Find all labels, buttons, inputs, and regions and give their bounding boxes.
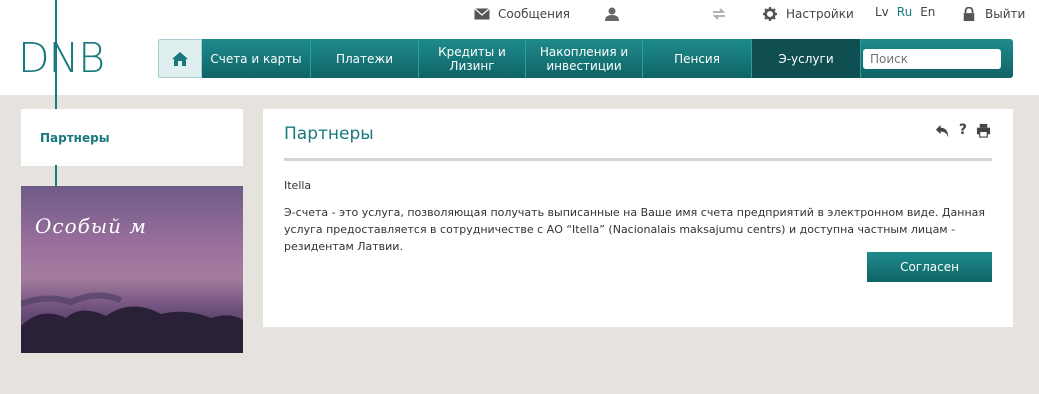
- search-box: [863, 49, 1013, 69]
- envelope-icon: [474, 8, 490, 20]
- logo-line-lower: [55, 165, 57, 187]
- nav-accounts[interactable]: Счета и карты: [202, 39, 311, 78]
- gear-icon: [763, 7, 777, 21]
- user-icon: [605, 7, 619, 21]
- main-nav: Счета и карты Платежи Кредиты и Лизинг Н…: [158, 39, 1013, 78]
- lang-ru[interactable]: Ru: [897, 5, 912, 19]
- page-title: Партнеры: [284, 124, 374, 144]
- logo-text: DNB: [18, 34, 105, 82]
- lang-en[interactable]: En: [920, 5, 935, 19]
- nav-payments[interactable]: Платежи: [311, 39, 419, 78]
- language-switcher: Lv Ru En: [875, 5, 935, 19]
- nav-credits[interactable]: Кредиты и Лизинг: [419, 39, 526, 78]
- nav-home[interactable]: [158, 39, 202, 78]
- help-icon[interactable]: ?: [959, 122, 967, 138]
- nav-savings[interactable]: Накопления и инвестиции: [526, 39, 643, 78]
- transfer-arrows-icon: [712, 8, 726, 20]
- partner-name: Itella: [284, 179, 312, 192]
- messages-link[interactable]: Сообщения: [474, 5, 570, 23]
- promo-banner[interactable]: Особый м: [21, 186, 243, 353]
- content-panel: Партнеры ? Itella Э-счета - это услуга, …: [263, 109, 1013, 327]
- page-tools: ?: [935, 122, 991, 138]
- banner-text: Особый м: [35, 214, 147, 238]
- settings-link[interactable]: Настройки: [762, 5, 854, 23]
- back-icon[interactable]: [935, 123, 950, 138]
- nav-e-services[interactable]: Э-услуги: [752, 39, 861, 78]
- logout-link[interactable]: Выйти: [961, 5, 1025, 23]
- logout-label: Выйти: [985, 7, 1026, 21]
- switch-link[interactable]: [711, 5, 727, 23]
- messages-label: Сообщения: [498, 7, 571, 21]
- sidebar-nav: Партнеры: [21, 109, 243, 166]
- print-icon[interactable]: [976, 123, 991, 138]
- banner-clouds: [21, 292, 243, 353]
- lang-lv[interactable]: Lv: [875, 5, 889, 19]
- agree-button[interactable]: Согласен: [867, 252, 992, 282]
- dnb-logo[interactable]: DNB: [18, 34, 105, 82]
- sidebar-item-partners[interactable]: Партнеры: [40, 131, 110, 145]
- home-icon: [172, 51, 188, 66]
- nav-pension[interactable]: Пенсия: [643, 39, 752, 78]
- settings-label: Настройки: [786, 7, 854, 21]
- title-divider: [284, 158, 992, 161]
- search-input[interactable]: [870, 52, 1013, 66]
- service-description: Э-счета - это услуга, позволяющая получа…: [284, 206, 986, 253]
- profile-link[interactable]: [604, 5, 620, 23]
- lock-icon: [963, 7, 975, 21]
